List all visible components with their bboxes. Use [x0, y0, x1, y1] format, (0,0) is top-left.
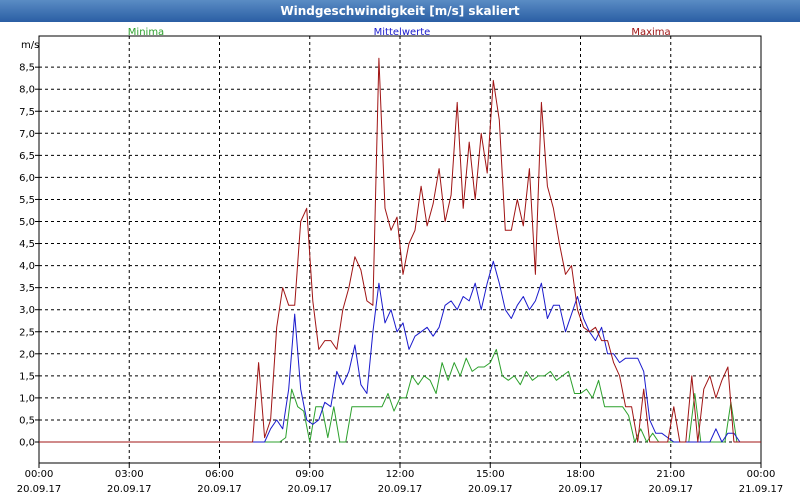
x-tick-time: 15:00 — [476, 469, 505, 480]
y-tick-label: 8,0 — [19, 85, 35, 96]
y-tick-label: 3,0 — [19, 305, 35, 316]
y-tick-label: 0,0 — [19, 438, 35, 449]
y-tick-label: 0,5 — [19, 415, 35, 426]
y-tick-label: 7,0 — [19, 129, 35, 140]
y-tick-label: 8,5 — [19, 63, 35, 74]
x-tick-time: 03:00 — [115, 469, 144, 480]
y-tick-label: 5,5 — [19, 195, 35, 206]
x-tick-date: 20.09.17 — [558, 484, 603, 495]
x-tick-time: 00:00 — [25, 469, 54, 480]
x-tick-time: 21:00 — [656, 469, 685, 480]
x-tick-date: 20.09.17 — [648, 484, 693, 495]
chart-area: 0,0 0,5 1,0 1,5 2,0 2,5 3,0 3,5 4,0 4,5 5,0 5,5 6,0 6… — [17, 27, 784, 495]
x-tick-date: 20.09.17 — [17, 484, 62, 495]
x-axis: 00:00 20.09.17 03:00 20.09.17 06:00 20.09.17 0… — [17, 463, 784, 495]
y-tick-label: 6,5 — [19, 151, 35, 162]
x-tick-time: 00:00 — [747, 469, 776, 480]
y-tick-label: 1,5 — [19, 371, 35, 382]
window-title: Windgeschwindigkeit [m/s] skaliert — [0, 0, 800, 22]
x-tick-date: 21.09.17 — [739, 484, 784, 495]
x-tick-date: 20.09.17 — [468, 484, 513, 495]
x-tick-time: 12:00 — [386, 469, 415, 480]
y-axis-label: m/s — [21, 40, 39, 51]
y-tick-label: 3,5 — [19, 283, 35, 294]
y-tick-label: 2,0 — [19, 349, 35, 360]
y-tick-label: 5,0 — [19, 217, 35, 228]
x-tick-date: 20.09.17 — [107, 484, 152, 495]
x-tick-date: 20.09.17 — [378, 484, 423, 495]
legend-mittelwerte: Mittelwerte — [374, 27, 431, 38]
y-tick-label: 4,0 — [19, 261, 35, 272]
y-tick-label: 6,0 — [19, 173, 35, 184]
x-tick-time: 06:00 — [205, 469, 234, 480]
y-tick-label: 2,5 — [19, 327, 35, 338]
x-tick-date: 20.09.17 — [197, 484, 242, 495]
legend-minima: Minima — [128, 27, 164, 38]
y-tick-label: 7,5 — [19, 107, 35, 118]
x-tick-time: 18:00 — [566, 469, 595, 480]
legend-maxima: Maxima — [631, 27, 670, 38]
y-tick-label: 4,5 — [19, 239, 35, 250]
chart-window: Windgeschwindigkeit [m/s] skaliert 0,0 0,… — [0, 0, 800, 500]
y-tick-label: 1,0 — [19, 393, 35, 404]
x-tick-date: 20.09.17 — [287, 484, 332, 495]
x-tick-time: 09:00 — [295, 469, 324, 480]
y-axis: 0,0 0,5 1,0 1,5 2,0 2,5 3,0 3,5 4,0 4,5 5,0 5,5 6,0 6… — [19, 63, 39, 449]
